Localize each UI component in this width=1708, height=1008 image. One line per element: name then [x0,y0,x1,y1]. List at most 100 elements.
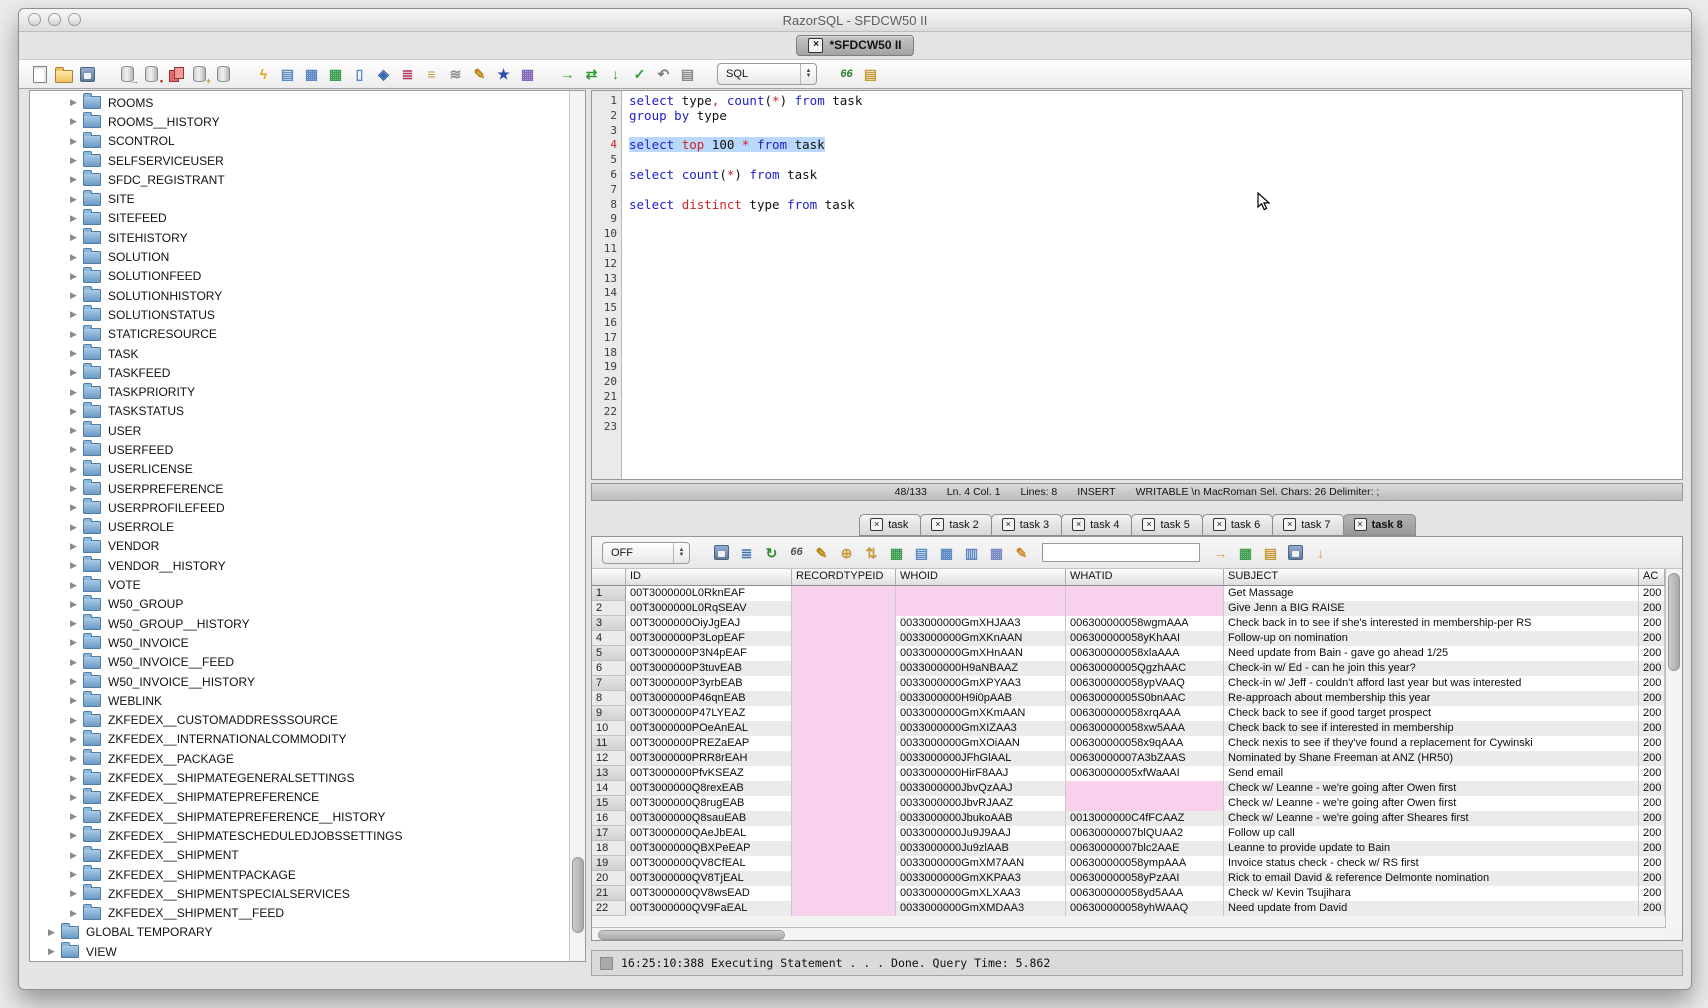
row-number[interactable]: 5 [592,646,626,661]
rerun-icon[interactable]: ⇄ [581,64,602,85]
cell-subject[interactable]: Give Jenn a BIG RAISE [1224,601,1639,616]
table-row[interactable]: 600T3000000P3tuvEAB0033000000H9aNBAAZ006… [592,661,1666,676]
expand-triangle-icon[interactable]: ▶ [68,290,79,301]
document-tab-close-icon[interactable]: × [808,38,823,53]
table-row[interactable]: 500T3000000P3N4pEAF0033000000GmXHnAAN006… [592,646,1666,661]
edit-list-icon[interactable]: ▤ [860,64,881,85]
row-number[interactable]: 1 [592,586,626,601]
expand-triangle-icon[interactable]: ▶ [68,522,79,533]
column-header-ac[interactable]: AC [1639,569,1665,586]
row-number[interactable]: 14 [592,781,626,796]
table-row[interactable]: 1600T3000000Q8sauEAB0033000000JbukoAAB00… [592,811,1666,826]
table-row[interactable]: 2200T3000000QV9FaEAL0033000000GmXMDAA300… [592,901,1666,916]
row-number[interactable]: 18 [592,841,626,856]
expand-triangle-icon[interactable]: ▶ [68,599,79,610]
cell-ac[interactable]: 200 [1639,886,1665,901]
tab-close-icon[interactable]: × [1002,518,1015,531]
tab-close-icon[interactable]: × [1354,518,1367,531]
fetch-more-icon[interactable]: ↓ [1310,542,1331,563]
tree-item-scontrol[interactable]: ▶SCONTROL [30,132,570,151]
cell-rt[interactable] [792,601,896,616]
tree-item-weblink[interactable]: ▶WEBLINK [30,691,570,710]
cell-rt[interactable] [792,811,896,826]
export-data-icon[interactable]: ▦ [301,64,322,85]
cell-rt[interactable] [792,586,896,601]
tree-item-userrole[interactable]: ▶USERROLE [30,518,570,537]
row-number[interactable]: 6 [592,661,626,676]
tree-item-zkfedex-shipmentpackage[interactable]: ▶ZKFEDEX__SHIPMENTPACKAGE [30,865,570,884]
expand-triangle-icon[interactable]: ▶ [68,850,79,861]
expand-triangle-icon[interactable]: ▶ [68,811,79,822]
cell-subject[interactable]: Follow up call [1224,826,1639,841]
tree-item-vendor[interactable]: ▶VENDOR [30,537,570,556]
cell-who[interactable]: 0033000000GmXIZAA3 [896,721,1066,736]
save-file-icon[interactable] [77,64,98,85]
help-book-icon[interactable]: ◈ [373,64,394,85]
tree-item-w50-invoice[interactable]: ▶W50_INVOICE [30,633,570,652]
sql-mode-select[interactable]: SQL▲▼ [717,63,817,85]
table-row[interactable]: 400T3000000P3LopEAF0033000000GmXKnAAN006… [592,631,1666,646]
tree-item-task[interactable]: ▶TASK [30,344,570,363]
describe-table-icon[interactable]: ▤ [277,64,298,85]
cell-rt[interactable] [792,841,896,856]
cell-ac[interactable]: 200 [1639,706,1665,721]
tree-item-solutionhistory[interactable]: ▶SOLUTIONHISTORY [30,286,570,305]
sql-code-area[interactable]: select type, count(*) from taskgroup by … [622,91,1682,479]
code-line[interactable] [629,272,1682,287]
row-number[interactable]: 10 [592,721,626,736]
cell-what[interactable]: 00630000007A3bZAAS [1066,751,1224,766]
expand-triangle-icon[interactable]: ▶ [68,232,79,243]
cell-subject[interactable]: Need update from Bain - gave go ahead 1/… [1224,646,1639,661]
row-number[interactable]: 9 [592,706,626,721]
expand-triangle-icon[interactable]: ▶ [68,348,79,359]
open-file-icon[interactable] [53,64,74,85]
expand-triangle-icon[interactable]: ▶ [68,271,79,282]
table-row[interactable]: 1100T3000000PREZaEAP0033000000GmXOiAAN00… [592,736,1666,751]
cell-subject[interactable]: Re-approach about membership this year [1224,691,1639,706]
cell-subject[interactable]: Follow-up on nomination [1224,631,1639,646]
pin-connection-icon[interactable]: • [141,64,162,85]
cell-id[interactable]: 00T3000000PREZaEAP [626,736,792,751]
expand-triangle-icon[interactable]: ▶ [68,657,79,668]
tree-item-vendor-history[interactable]: ▶VENDOR__HISTORY [30,556,570,575]
expand-triangle-icon[interactable]: ▶ [68,541,79,552]
expand-triangle-icon[interactable]: ▶ [68,116,79,127]
stepper-icon[interactable]: ▲▼ [673,543,689,563]
cell-id[interactable]: 00T3000000QV9FaEAL [626,901,792,916]
code-line[interactable] [629,227,1682,242]
tree-item-solution[interactable]: ▶SOLUTION [30,247,570,266]
tree-item-sitehistory[interactable]: ▶SITEHISTORY [30,228,570,247]
expand-triangle-icon[interactable]: ▶ [46,927,57,938]
tree-item-user[interactable]: ▶USER [30,421,570,440]
column-header-whoid[interactable]: WHOID [896,569,1066,586]
cell-who[interactable]: 0033000000Ju9J9AAJ [896,826,1066,841]
cell-who[interactable]: 0033000000JbvRJAAZ [896,796,1066,811]
code-line[interactable]: select count(*) from task [629,168,1682,183]
insert-row-icon[interactable]: ⊕ [836,542,857,563]
tree-item-sfdc-registrant[interactable]: ▶SFDC_REGISTRANT [30,170,570,189]
cell-id[interactable]: 00T3000000QV8wsEAD [626,886,792,901]
cell-subject[interactable]: Need update from David [1224,901,1639,916]
result-tab-task-4[interactable]: ×task 4 [1061,514,1132,536]
cell-rt[interactable] [792,871,896,886]
tree-item-zkfedex-shipmatepreference[interactable]: ▶ZKFEDEX__SHIPMATEPREFERENCE [30,788,570,807]
cell-what[interactable]: 006300000058ympAAA [1066,856,1224,871]
cell-ac[interactable]: 200 [1639,871,1665,886]
expand-triangle-icon[interactable]: ▶ [68,502,79,513]
row-number[interactable]: 11 [592,736,626,751]
expand-triangle-icon[interactable]: ▶ [68,464,79,475]
code-line[interactable] [629,257,1682,272]
code-line[interactable] [629,183,1682,198]
tree-item-taskstatus[interactable]: ▶TASKSTATUS [30,402,570,421]
expand-triangle-icon[interactable]: ▶ [68,406,79,417]
table-row[interactable]: 2000T3000000QV8TjEAL0033000000GmXKPAA300… [592,871,1666,886]
cell-what[interactable]: 006300000058yPzAAI [1066,871,1224,886]
cell-who[interactable]: 0033000000JbukoAAB [896,811,1066,826]
import-data-icon[interactable]: ▦ [325,64,346,85]
result-tab-task-6[interactable]: ×task 6 [1202,514,1273,536]
cell-subject[interactable]: Check w/ Kevin Tsujihara [1224,886,1639,901]
results-vertical-scrollbar[interactable] [1665,569,1682,928]
code-line[interactable] [629,316,1682,331]
code-line[interactable] [629,360,1682,375]
result-tab-task-7[interactable]: ×task 7 [1272,514,1343,536]
